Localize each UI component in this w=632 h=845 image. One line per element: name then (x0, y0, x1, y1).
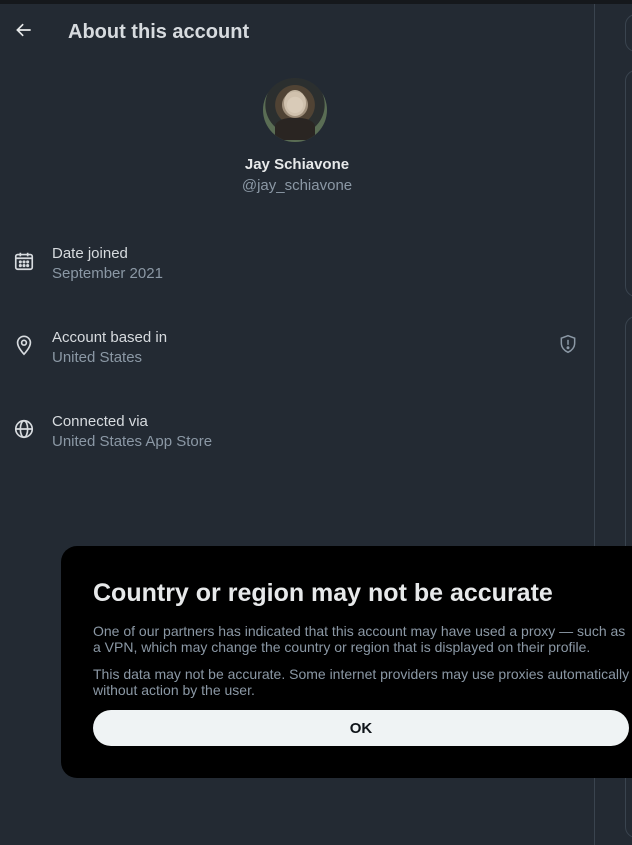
detail-value: United States (52, 349, 143, 366)
sidebar-search-pill[interactable] (625, 14, 632, 52)
profile-name[interactable]: Jay Schiavone (0, 156, 594, 173)
detail-row-date-joined: Date joined September 2021 (0, 245, 594, 295)
location-pin-icon (12, 333, 36, 357)
calendar-icon (12, 249, 36, 273)
detail-value: United States App Store (52, 433, 213, 450)
detail-row-account-based-in: Account based in United States (0, 329, 594, 379)
page-header: About this account (0, 4, 594, 60)
ok-button[interactable]: OK (93, 710, 629, 746)
detail-label: Date joined (52, 245, 128, 262)
proxy-warning-dialog: Country or region may not be accurate On… (61, 546, 632, 778)
detail-label: Account based in (52, 329, 168, 346)
dialog-title: Country or region may not be accurate (93, 579, 553, 607)
shield-alert-icon[interactable] (556, 332, 580, 356)
profile-handle[interactable]: @jay_schiavone (0, 177, 594, 194)
avatar[interactable] (263, 78, 327, 142)
page-title: About this account (68, 21, 250, 43)
dialog-paragraph: This data may not be accurate. Some inte… (93, 666, 630, 698)
detail-row-connected-via: Connected via United States App Store (0, 413, 594, 463)
globe-icon (12, 417, 36, 441)
detail-value: September 2021 (52, 265, 163, 282)
back-arrow-icon[interactable] (12, 18, 36, 42)
sidebar-card (625, 70, 632, 297)
detail-label: Connected via (52, 413, 148, 430)
dialog-paragraph: One of our partners has indicated that t… (93, 623, 626, 655)
